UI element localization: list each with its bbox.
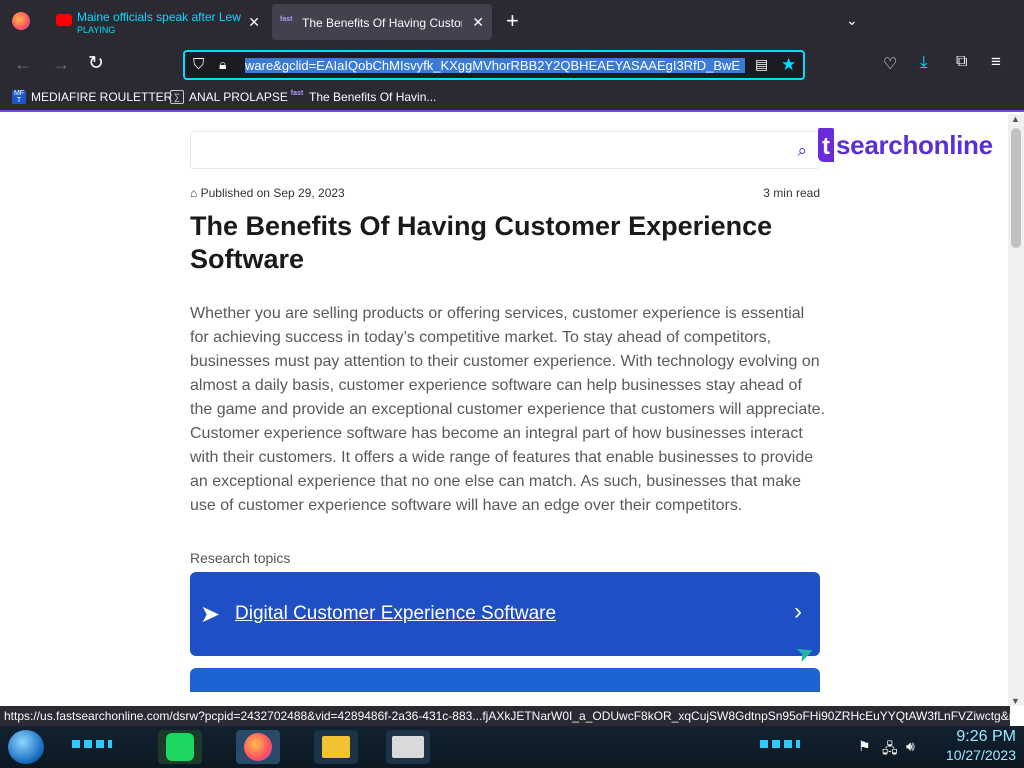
back-icon[interactable]: ←: [14, 54, 32, 75]
published-date: Published on Sep 29, 2023: [200, 186, 345, 200]
fast-icon: fast: [290, 90, 304, 97]
tab-bar: Maine officials speak after Lew PLAYING …: [0, 0, 1024, 44]
tab-title: Maine officials speak after Lew: [77, 10, 241, 24]
youtube-icon: [56, 14, 72, 26]
lock-icon[interactable]: 🔒︎: [219, 56, 226, 73]
volume-icon[interactable]: 🔊︎: [906, 738, 915, 755]
home-icon: ⌂: [190, 186, 198, 200]
spotify-icon: [166, 733, 194, 761]
folder-icon: [322, 736, 350, 758]
start-button[interactable]: [8, 730, 44, 764]
tab-active[interactable]: fast The Benefits Of Having Custom ✕: [272, 4, 492, 40]
printer-taskbar-icon[interactable]: [386, 730, 430, 764]
page-content: ⌕ t searchonline ⌂ Published on Sep 29, …: [0, 114, 1008, 692]
bookmark-label: ANAL PROLAPSE: [189, 90, 288, 104]
reader-view-icon[interactable]: ▤: [755, 56, 768, 73]
forward-icon[interactable]: →: [52, 54, 70, 75]
printer-icon: [392, 736, 424, 758]
read-time: 3 min read: [763, 186, 820, 200]
firefox-taskbar-icon[interactable]: [236, 730, 280, 764]
bookmark-label: The Benefits Of Havin...: [309, 90, 437, 104]
page-scrollbar[interactable]: ▲ ▼: [1008, 114, 1024, 706]
clock-date: 10/27/2023: [945, 747, 1016, 763]
logo-word: searchonline: [836, 129, 993, 160]
close-icon[interactable]: ✕: [248, 14, 260, 31]
network-icon[interactable]: 🖧︎: [882, 738, 898, 762]
chevron-right-icon: ›: [794, 598, 802, 625]
bookmark-item[interactable]: ∑ ANAL PROLAPSE: [170, 90, 288, 104]
spotify-taskbar-icon[interactable]: [158, 730, 202, 764]
list-tabs-icon[interactable]: ⌄: [846, 12, 858, 29]
bookmark-icon: ∑: [170, 90, 184, 104]
topic-link[interactable]: [190, 668, 820, 692]
bookmark-item[interactable]: fast The Benefits Of Havin...: [290, 90, 437, 104]
pocket-icon[interactable]: ♡: [883, 54, 897, 74]
status-url: https://us.fastsearchonline.com/dsrw?pcp…: [0, 706, 1010, 726]
scroll-up-icon[interactable]: ▲: [1011, 114, 1020, 124]
shield-icon[interactable]: ⛉: [193, 56, 204, 73]
bookmark-label: MEDIAFIRE ROULETTER: [31, 90, 173, 104]
quicklaunch-right: [760, 740, 800, 748]
tab-youtube[interactable]: Maine officials speak after Lew PLAYING …: [48, 4, 268, 40]
page-title: The Benefits Of Having Customer Experien…: [190, 211, 773, 274]
url-text[interactable]: ware&gclid=EAIaIQobChMIsvyfk_KXggMVhorRB…: [245, 58, 745, 73]
scroll-down-icon[interactable]: ▼: [1011, 696, 1020, 706]
logo-letter: t: [818, 128, 834, 162]
bookmarks-bar: MF T MEDIAFIRE ROULETTER ∑ ANAL PROLAPSE…: [0, 86, 1024, 112]
taskbar: ⚑ 🖧︎ 🔊︎ 9:26 PM 10/27/2023: [0, 726, 1024, 768]
arrow-right-icon: ➤: [200, 601, 221, 628]
firefox-icon: [244, 733, 272, 761]
quicklaunch-left: [72, 740, 112, 748]
url-bar[interactable]: ⛉ 🔒︎ ware&gclid=EAIaIQobChMIsvyfk_KXggMV…: [183, 50, 805, 80]
tab-playing-label: PLAYING: [77, 25, 116, 35]
bookmark-item[interactable]: MF T MEDIAFIRE ROULETTER: [12, 90, 172, 104]
mediafire-icon: MF T: [12, 90, 26, 104]
close-icon[interactable]: ✕: [472, 14, 484, 31]
article-meta: ⌂ Published on Sep 29, 2023 3 min read: [190, 186, 820, 200]
tab-title: The Benefits Of Having Custom: [302, 16, 462, 30]
topic-link-digital-cx-software[interactable]: ➤ Digital Customer Experience Software ›: [190, 572, 820, 656]
article-paragraph: Whether you are selling products or offe…: [190, 305, 826, 514]
taskbar-clock[interactable]: 9:26 PM 10/27/2023: [946, 728, 1016, 764]
menu-icon[interactable]: ≡: [991, 52, 1001, 72]
logo[interactable]: t searchonline: [818, 128, 993, 162]
extensions-icon[interactable]: ⧉: [956, 53, 967, 71]
search-input[interactable]: ⌕: [190, 131, 820, 169]
search-icon[interactable]: ⌕: [797, 141, 807, 161]
new-tab-button[interactable]: +: [506, 8, 519, 34]
bookmark-star-icon[interactable]: ★: [781, 55, 796, 75]
firefox-menu-icon[interactable]: [12, 12, 30, 30]
scrollbar-thumb[interactable]: [1011, 128, 1021, 248]
nav-bar: ← → ↻ ⛉ 🔒︎ ware&gclid=EAIaIQobChMIsvyfk_…: [0, 44, 1024, 86]
fast-icon: fast: [280, 16, 293, 23]
clock-time: 9:26 PM: [956, 728, 1016, 745]
reload-icon[interactable]: ↻: [88, 52, 104, 75]
research-topics-label: Research topics: [190, 550, 291, 566]
topic-label[interactable]: Digital Customer Experience Software: [235, 603, 556, 625]
download-icon[interactable]: ⤓: [920, 52, 928, 72]
tray-flag-icon[interactable]: ⚑: [858, 738, 871, 755]
explorer-taskbar-icon[interactable]: [314, 730, 358, 764]
